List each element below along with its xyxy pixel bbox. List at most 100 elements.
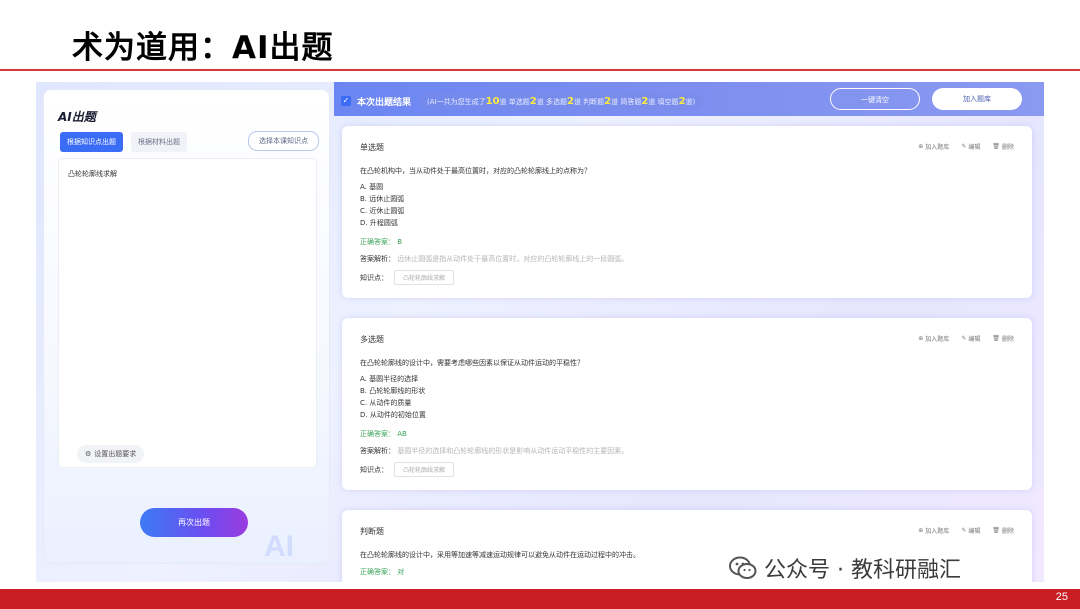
question-options: A. 基圆 B. 远休止圆弧 C. 近休止圆弧 D. 升程圆弧 [360, 181, 404, 229]
summary-text: 单选题 [508, 97, 530, 106]
question-stem: 在凸轮轮廓线的设计中，需要考虑哪些因素以保证从动件运动的平稳性？ [360, 359, 584, 367]
add-to-bank-action[interactable]: ⊕ 加入题库 [918, 142, 949, 151]
tab-material[interactable]: 根据材料出题 [131, 132, 187, 152]
pencil-icon: ✎ [961, 527, 967, 534]
results-header: ✓ 本次出题结果 (AI一共为您生成了10道 单选题2道 多选题2道 判断题2道… [341, 90, 704, 112]
question-card-single-choice: 单选题 ⊕ 加入题库 ✎ 编辑 🗑 删除 在凸轮机构中，当从动件处于最高位置时，对应的… [342, 126, 1032, 298]
results-title: 本次出题结果 [357, 97, 412, 108]
answer-analysis: 答案解析： 基圆半径的选择和凸轮轮廓线的形状是影响从动件运动平稳性的主要因素。 [360, 446, 628, 456]
tab-knowledge-point[interactable]: 根据知识点出题 [60, 132, 123, 152]
edit-label: 编辑 [968, 336, 981, 343]
wechat-icon [729, 556, 757, 579]
choose-knowledge-button[interactable]: 选择本课知识点 [248, 131, 319, 151]
add-to-bank-action[interactable]: ⊕ 加入题库 [918, 526, 949, 535]
edit-action[interactable]: ✎ 编辑 [961, 526, 980, 535]
add-to-bank-action[interactable]: ⊕ 加入题库 [918, 334, 949, 343]
add-label: 加入题库 [925, 528, 950, 535]
delete-label: 删除 [1001, 528, 1014, 535]
answer-value: AB [397, 430, 407, 438]
summary-num: 2 [529, 95, 537, 107]
answer-label: 正确答案： [360, 238, 395, 246]
edit-action[interactable]: ✎ 编辑 [961, 334, 980, 343]
trash-icon: 🗑 [992, 527, 1000, 534]
left-panel: AI出题 根据知识点出题 根据材料出题 选择本课知识点 凸轮轮廓线求解 ⚙ 设置… [43, 89, 330, 564]
pencil-icon: ✎ [961, 335, 967, 342]
summary-unit: 道 [536, 97, 544, 106]
summary-unit: 道 [611, 97, 619, 106]
add-label: 加入题库 [925, 144, 950, 151]
knowledge-point: 知识点： 凸轮轮廓线求解 [360, 270, 455, 285]
option: A. 基圆半径的选择 [360, 375, 419, 383]
answer-value: B [397, 238, 403, 246]
option: D. 升程圆弧 [360, 219, 398, 227]
knowledge-input[interactable]: 凸轮轮廓线求解 ⚙ 设置出题要求 [58, 158, 317, 468]
summary-unit: 道 [573, 97, 581, 106]
answer-value: 对 [397, 568, 405, 576]
page-number: 25 [1055, 591, 1068, 603]
analysis-label: 答案解析： [360, 255, 395, 263]
summary-unit: 道 [499, 97, 507, 106]
delete-action[interactable]: 🗑 删除 [992, 526, 1014, 535]
question-actions: ⊕ 加入题库 ✎ 编辑 🗑 删除 [918, 526, 1014, 535]
question-type: 单选题 [360, 143, 384, 152]
trash-icon: 🗑 [992, 335, 1000, 342]
settings-label: 设置出题要求 [94, 450, 137, 458]
app-screenshot: AI出题 根据知识点出题 根据材料出题 选择本课知识点 凸轮轮廓线求解 ⚙ 设置… [36, 82, 1044, 582]
question-actions: ⊕ 加入题库 ✎ 编辑 🗑 删除 [918, 334, 1014, 343]
summary-text: 判断题 [583, 97, 605, 106]
question-stem: 在凸轮机构中，当从动件处于最高位置时，对应的凸轮轮廓线上的点称为？ [360, 167, 591, 175]
delete-label: 删除 [1001, 336, 1014, 343]
summary-num: 10 [485, 95, 500, 107]
plus-icon: ⊕ [918, 143, 924, 150]
ai-decoration: AI [264, 530, 294, 563]
watermark-text: 公众号 · 教科研融汇 [764, 558, 961, 583]
summary-text: 多选题 [545, 97, 567, 106]
add-to-bank-button[interactable]: 加入题库 [932, 88, 1022, 110]
knowledge-input-value: 凸轮轮廓线求解 [68, 170, 117, 178]
answer-label: 正确答案： [360, 430, 395, 438]
title-divider [0, 69, 1080, 71]
edit-action[interactable]: ✎ 编辑 [961, 142, 980, 151]
kp-tag: 凸轮轮廓线求解 [394, 270, 455, 285]
option: C. 从动件的质量 [360, 399, 412, 407]
panel-title: AI出题 [58, 110, 96, 124]
plus-icon: ⊕ [918, 335, 924, 342]
mode-tabs: 根据知识点出题 根据材料出题 [60, 132, 187, 152]
analysis-label: 答案解析： [360, 447, 395, 455]
summary-num: 2 [678, 95, 686, 107]
question-card-multiple-choice: 多选题 ⊕ 加入题库 ✎ 编辑 🗑 删除 在凸轮轮廓线的设计中，需要考虑哪些因素以保证… [342, 318, 1032, 490]
results-summary: (AI一共为您生成了10道 单选题2道 多选题2道 判断题2道 简答题2道 填空… [419, 92, 704, 110]
regenerate-button[interactable]: 再次出题 [140, 508, 248, 537]
delete-action[interactable]: 🗑 删除 [992, 334, 1014, 343]
option: B. 凸轮轮廓线的形状 [360, 387, 426, 395]
correct-answer: 正确答案： 对 [360, 567, 404, 577]
pencil-icon: ✎ [961, 143, 967, 150]
analysis-text: 远休止圆弧是指从动件处于最高位置时，对应的凸轮轮廓线上的一段圆弧。 [397, 255, 629, 263]
kp-label: 知识点： [360, 273, 388, 282]
delete-label: 删除 [1001, 144, 1014, 151]
slide-title: 术为道用：AI出题 [72, 30, 334, 66]
watermark: 公众号 · 教科研融汇 [728, 552, 961, 584]
summary-text: (AI一共为您生成了 [427, 97, 486, 106]
option: B. 远休止圆弧 [360, 195, 405, 203]
delete-action[interactable]: 🗑 删除 [992, 142, 1014, 151]
summary-unit: 道 [648, 97, 656, 106]
kp-tag: 凸轮轮廓线求解 [394, 462, 455, 477]
knowledge-point: 知识点： 凸轮轮廓线求解 [360, 462, 455, 477]
option: C. 近休止圆弧 [360, 207, 405, 215]
gear-icon: ⚙ [85, 450, 92, 458]
correct-answer: 正确答案： B [360, 237, 402, 247]
correct-answer: 正确答案： AB [360, 429, 407, 439]
plus-icon: ⊕ [918, 527, 924, 534]
summary-text: 填空题 [657, 97, 679, 106]
question-type: 判断题 [360, 527, 384, 536]
clear-all-button[interactable]: 一键清空 [830, 88, 920, 110]
settings-button[interactable]: ⚙ 设置出题要求 [77, 445, 145, 463]
option: A. 基圆 [360, 183, 384, 191]
check-icon[interactable]: ✓ [341, 96, 351, 106]
trash-icon: 🗑 [992, 143, 1000, 150]
analysis-text: 基圆半径的选择和凸轮轮廓线的形状是影响从动件运动平稳性的主要因素。 [397, 447, 629, 455]
summary-text: 简答题 [620, 97, 642, 106]
footer-bar [0, 589, 1080, 609]
question-options: A. 基圆半径的选择 B. 凸轮轮廓线的形状 C. 从动件的质量 D. 从动件的… [360, 373, 426, 421]
